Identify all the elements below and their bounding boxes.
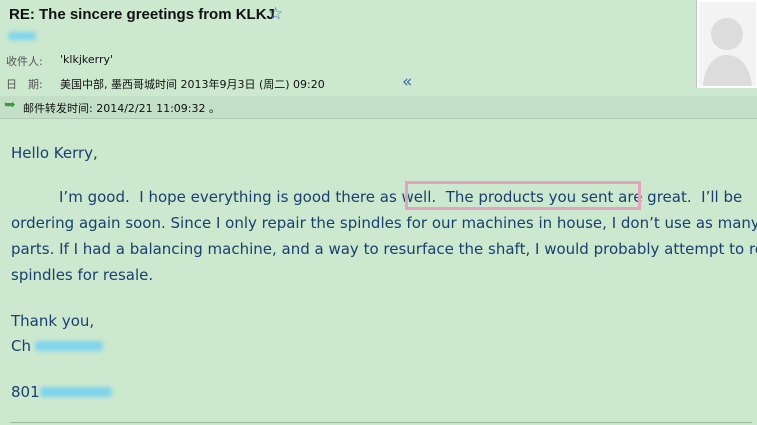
- paragraph-line-3: parts. If I had a balancing machine, and…: [11, 240, 757, 258]
- forward-time: 邮件转发时间: 2014/2/21 11:09:32 。: [23, 102, 221, 115]
- greeting: Hello Kerry,: [11, 144, 98, 162]
- to-value[interactable]: 'klkjkerry': [60, 53, 113, 66]
- closing: Thank you,: [11, 312, 95, 330]
- signature-redacted: [35, 341, 103, 351]
- paragraph-text: I’ll be: [691, 188, 743, 206]
- date-value: 美国中部, 墨西哥城时间 2013年9月3日 (周二) 09:20: [60, 78, 325, 91]
- forward-info-bar: ➥ 邮件转发时间: 2014/2/21 11:09:32 。: [0, 96, 757, 119]
- date-label: 日 期:: [6, 78, 43, 91]
- highlight-box: [405, 181, 641, 210]
- to-label: 收件人:: [6, 55, 43, 68]
- paragraph-line-4: spindles for resale.: [11, 266, 154, 284]
- collapse-details-icon[interactable]: «: [402, 72, 412, 92]
- signature-name: Ch: [11, 337, 31, 355]
- paragraph-text: I’m good. I hope everything is good ther…: [59, 188, 446, 206]
- star-icon[interactable]: ☆: [268, 4, 283, 24]
- email-subject: RE: The sincere greetings from KLKJ: [9, 6, 275, 23]
- signature-phone: 801: [11, 383, 40, 401]
- avatar: [696, 0, 757, 88]
- default-avatar-icon: [699, 2, 756, 86]
- phone-redacted: [40, 387, 112, 397]
- paragraph-line-2: ordering again soon. Since I only repair…: [11, 214, 757, 232]
- divider: [10, 422, 752, 423]
- sender-redacted: [8, 32, 36, 40]
- forward-arrow-icon: ➥: [4, 97, 16, 113]
